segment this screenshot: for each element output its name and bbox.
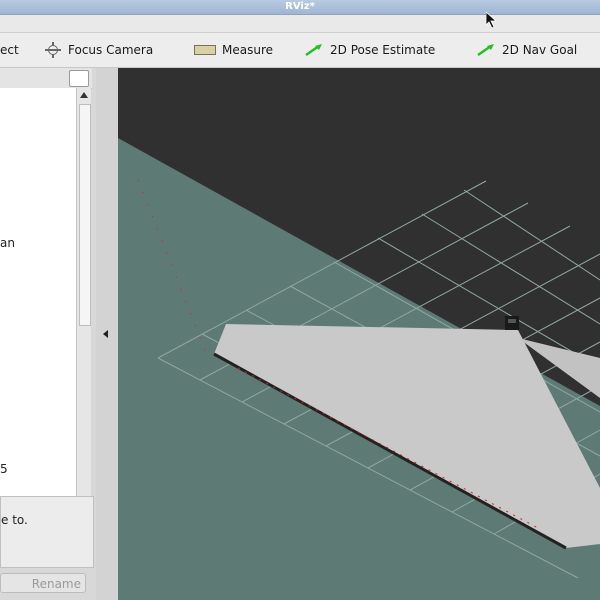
scroll-up-arrow-icon[interactable] [80, 92, 88, 98]
green-arrow-icon [304, 43, 324, 57]
panel-header [0, 68, 92, 89]
focus-camera-label: Focus Camera [68, 43, 154, 57]
window-title: RViz* [285, 1, 315, 12]
ruler-icon [194, 45, 216, 55]
display-tree[interactable]: an 5 [0, 88, 76, 560]
pose-estimate-label: 2D Pose Estimate [330, 43, 436, 57]
focus-camera-button[interactable]: Focus Camera [44, 33, 153, 67]
description-box: e to. [0, 496, 94, 568]
pose-estimate-button[interactable]: 2D Pose Estimate [304, 33, 435, 67]
select-tool-label: ect [0, 43, 19, 57]
mouse-cursor-icon [485, 11, 498, 31]
list-item[interactable]: an [0, 236, 15, 250]
crosshair-icon [44, 41, 62, 59]
toolbar: ect Focus Camera Measure 2D Pose Estimat… [0, 33, 600, 68]
robot-marker [505, 316, 519, 330]
window-titlebar: RViz* [0, 0, 600, 15]
3d-viewport[interactable] [118, 68, 600, 600]
nav-goal-button[interactable]: 2D Nav Goal [476, 33, 577, 67]
displays-panel: an 5 e to. Rename [0, 68, 96, 600]
measure-label: Measure [222, 43, 273, 57]
list-item[interactable]: 5 [0, 462, 8, 476]
menubar [0, 15, 600, 33]
nav-goal-label: 2D Nav Goal [502, 43, 578, 57]
vertical-scrollbar[interactable] [76, 88, 91, 560]
collapse-arrow-icon[interactable] [103, 330, 108, 338]
panel-splitter[interactable] [96, 68, 118, 600]
rename-button[interactable]: Rename [0, 573, 86, 593]
panel-header-button[interactable] [69, 70, 89, 87]
green-arrow-icon [476, 43, 496, 57]
description-text: e to. [1, 513, 28, 527]
select-tool-button[interactable]: ect [0, 33, 19, 67]
measure-button[interactable]: Measure [194, 33, 273, 67]
3d-scene [118, 138, 600, 600]
scrollbar-thumb[interactable] [79, 104, 91, 326]
